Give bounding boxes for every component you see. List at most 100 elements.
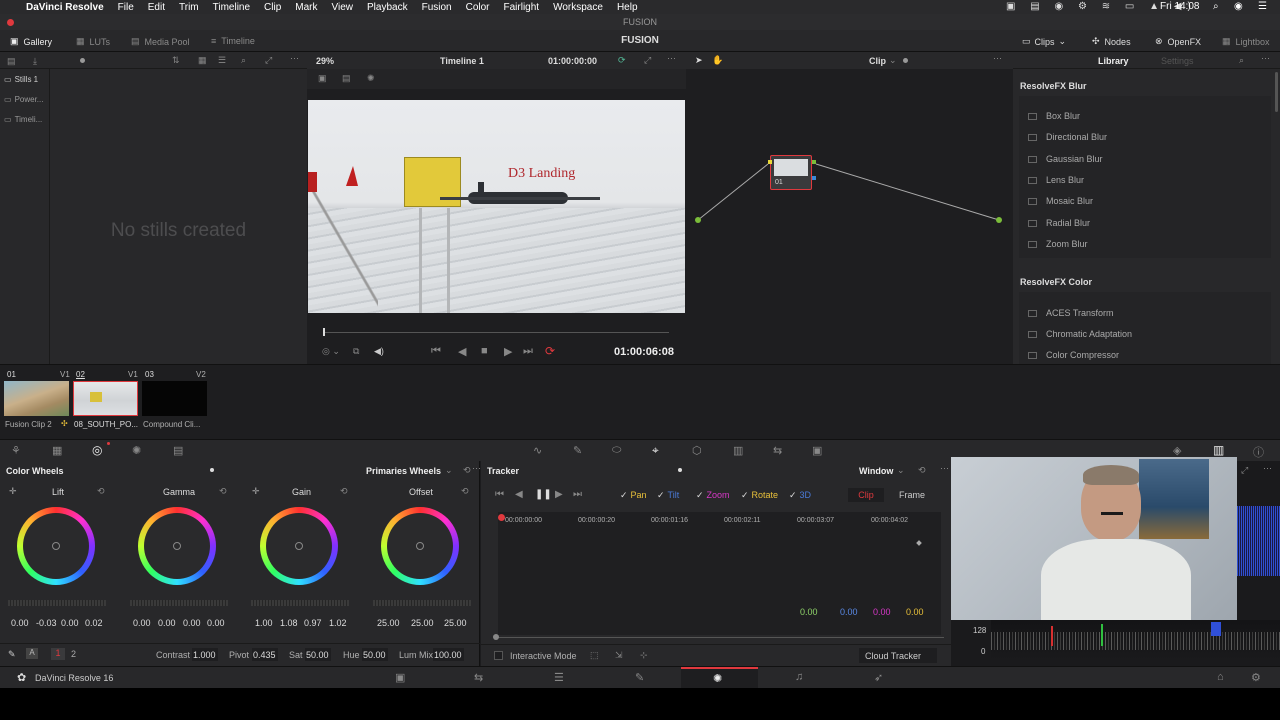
color-wheels-palette-icon[interactable]: ◎ [92, 443, 102, 457]
fullscreen-icon[interactable]: ⤢ [265, 55, 272, 66]
set-point-icon[interactable]: ⬚ [590, 650, 599, 661]
panel-toggle-icon[interactable]: ▤ [7, 56, 16, 67]
fx-zoom-blur[interactable]: Zoom Blur [1028, 239, 1088, 249]
key-icon[interactable]: ⇆ [773, 444, 782, 457]
layers-icon[interactable]: ⧉ [353, 346, 359, 357]
menu-edit[interactable]: Edit [148, 2, 165, 13]
search-icon[interactable]: ⌕ [241, 55, 246, 66]
home-icon[interactable]: ⌂ [1217, 671, 1224, 683]
fx-chromatic-adaptation[interactable]: Chromatic Adaptation [1028, 329, 1132, 339]
user-icon[interactable]: ◉ [1234, 1, 1243, 12]
fx-lens-blur[interactable]: Lens Blur [1028, 175, 1084, 185]
node-output-dot[interactable] [812, 160, 816, 164]
lift-y[interactable]: 0.00 [11, 618, 29, 628]
clips-button[interactable]: ▭ Clips ⌄ [1022, 36, 1066, 47]
menu-fairlight[interactable]: Fairlight [504, 2, 540, 13]
tab-library[interactable]: Library [1098, 56, 1129, 66]
3d-checkbox[interactable]: ✓ 3D [789, 490, 811, 501]
lift-picker-icon[interactable]: ✛ [9, 486, 17, 497]
wipe-icon[interactable]: ▣ [318, 73, 327, 84]
grid-view-icon[interactable]: ▦ [198, 55, 207, 66]
menu-fusion[interactable]: Fusion [422, 2, 452, 13]
stereo-icon[interactable]: ◈ [1173, 444, 1181, 457]
page-1-button[interactable]: 1 [51, 648, 65, 660]
lift-wheel[interactable] [17, 507, 95, 585]
offset-puck[interactable] [416, 542, 424, 550]
album-stills-1[interactable]: ▭ Stills 1 [4, 75, 38, 84]
sort-icon[interactable]: ⇅ [172, 55, 180, 66]
page-2-button[interactable]: 2 [71, 649, 76, 659]
tracker-window-mode[interactable]: Window [859, 466, 893, 476]
tracker-playhead[interactable] [498, 514, 505, 521]
clip-thumb-02[interactable] [73, 381, 138, 416]
fairlight-page-icon[interactable]: ♫ [795, 671, 803, 683]
node-key-dot[interactable] [812, 176, 816, 180]
blur-header[interactable]: ResolveFX Blur [1020, 81, 1087, 91]
gain-picker-icon[interactable]: ✛ [252, 486, 260, 497]
luts-button[interactable]: ▦ LUTs [76, 36, 110, 47]
more-options-icon[interactable]: ⋯ [472, 463, 481, 474]
gallery-button[interactable]: ▣ Gallery [10, 36, 52, 47]
media-pool-button[interactable]: ▤ Media Pool [131, 36, 190, 47]
offset-r[interactable]: 25.00 [377, 618, 400, 628]
edit-page-icon[interactable]: ☰ [554, 671, 564, 684]
fx-mosaic-blur[interactable]: Mosaic Blur [1028, 196, 1093, 206]
sat-field[interactable]: 50.00 [305, 648, 331, 661]
track-forward-icon[interactable]: ▶ [555, 489, 563, 500]
loop-icon[interactable]: ⟳ [545, 344, 555, 358]
wheels-mode[interactable]: Primaries Wheels [366, 466, 441, 476]
camera-raw-icon[interactable]: ⚘ [11, 444, 21, 457]
offset-master-slider[interactable] [373, 600, 471, 606]
gamma-y[interactable]: 0.00 [133, 618, 151, 628]
more-options-icon[interactable]: ⋯ [667, 53, 676, 64]
reset-icon[interactable]: ⟲ [918, 465, 926, 476]
go-to-end-icon[interactable]: ⏭ [523, 345, 533, 358]
rgb-mixer-icon[interactable]: ✺ [132, 444, 141, 457]
hue-field[interactable]: 50.00 [362, 648, 388, 661]
track-forward-end-icon[interactable]: ⏭ [573, 489, 582, 500]
add-point-icon[interactable]: ⇲ [615, 650, 623, 661]
offset-b[interactable]: 25.00 [444, 618, 467, 628]
settings-gear-icon[interactable]: ⚙ [1251, 671, 1261, 684]
window-icon[interactable]: ⬭ [612, 444, 621, 457]
fx-aces-transform[interactable]: ACES Transform [1028, 308, 1114, 318]
chevron-down-icon[interactable]: ⌄ [897, 465, 905, 476]
scope-expand-icon[interactable]: ⤢ [1241, 465, 1248, 476]
menu-app[interactable]: DaVinci Resolve [26, 2, 104, 13]
offset-wheel[interactable] [381, 507, 459, 585]
reset-icon[interactable]: ⟲ [461, 486, 469, 497]
more-options-icon[interactable]: ⋯ [1263, 463, 1272, 474]
gain-b[interactable]: 1.02 [329, 618, 347, 628]
spotlight-icon[interactable]: ⌕ [1213, 1, 1219, 12]
reset-all-icon[interactable]: ⟲ [463, 465, 471, 476]
refresh-icon[interactable]: ⟳ [618, 55, 626, 66]
more-options-icon[interactable]: ⋯ [290, 53, 299, 64]
gain-puck[interactable] [295, 542, 303, 550]
gain-r[interactable]: 1.08 [280, 618, 298, 628]
info-icon[interactable]: ⓘ [1253, 444, 1264, 460]
clip-mode-button[interactable]: Clip [848, 488, 884, 502]
reset-icon[interactable]: ⟲ [340, 486, 348, 497]
gain-y[interactable]: 1.00 [255, 618, 273, 628]
interactive-mode-checkbox[interactable] [494, 651, 503, 660]
expand-icon[interactable]: ⤢ [644, 55, 651, 66]
blur-icon[interactable]: ▥ [733, 444, 743, 457]
node-zoom-dot[interactable] [903, 58, 908, 63]
menu-mark[interactable]: Mark [295, 2, 317, 13]
gamma-puck[interactable] [173, 542, 181, 550]
menu-view[interactable]: View [332, 2, 354, 13]
more-options-icon[interactable]: ⋯ [1261, 53, 1270, 64]
deliver-page-icon[interactable]: ➶ [874, 671, 883, 684]
track-reverse-icon[interactable]: ◀ [515, 489, 523, 500]
more-options-icon[interactable]: ⋯ [940, 463, 949, 474]
tilt-checkbox[interactable]: ✓ Tilt [657, 490, 679, 501]
zoom-slider-dot[interactable] [80, 58, 85, 63]
color-match-icon[interactable]: ▦ [52, 444, 62, 457]
lightbox-button[interactable]: ▦ Lightbox [1222, 36, 1270, 47]
contrast-field[interactable]: 1.000 [192, 648, 218, 661]
scrubber-playhead[interactable] [323, 328, 325, 336]
auto-balance-icon[interactable]: A [26, 648, 38, 659]
node-01[interactable]: 01 [768, 155, 816, 190]
lift-master-slider[interactable] [8, 600, 106, 606]
frame-mode-button[interactable]: Frame [885, 488, 939, 502]
